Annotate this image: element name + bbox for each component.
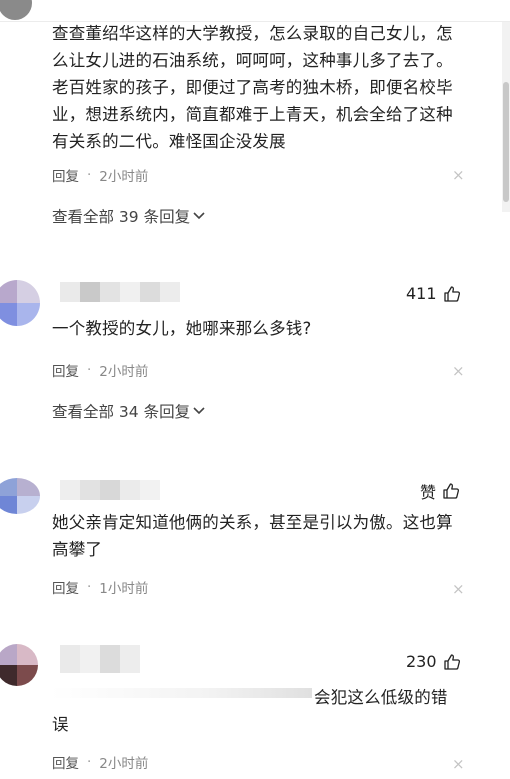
avatar[interactable] <box>0 478 40 514</box>
comment-meta: 回复 · 2小时前 <box>52 165 148 185</box>
timestamp: 1小时前 <box>99 581 149 597</box>
chevron-down-icon <box>193 407 205 415</box>
thumbs-up-icon <box>443 653 460 670</box>
comment-meta: 回复 · 2小时前 <box>52 360 148 380</box>
separator: · <box>87 167 92 183</box>
avatar[interactable] <box>0 0 32 20</box>
comment-text: 一个教授的女儿，她哪来那么多钱? <box>52 319 312 338</box>
like-count: 赞 <box>420 483 437 502</box>
scrollbar[interactable] <box>502 22 510 212</box>
timestamp: 2小时前 <box>99 756 149 772</box>
thumbs-up-icon <box>443 285 460 302</box>
like-count: 411 <box>406 284 437 303</box>
separator: · <box>87 362 92 378</box>
chevron-down-icon <box>193 212 205 220</box>
username-blurred[interactable] <box>60 282 180 302</box>
separator: · <box>87 754 92 770</box>
comment-meta: 回复 · 1小时前 <box>52 577 148 597</box>
close-icon[interactable]: × <box>452 757 465 772</box>
close-icon[interactable]: × <box>452 582 465 597</box>
view-all-label: 查看全部 39 条回复 <box>52 208 191 226</box>
like-button[interactable]: 赞 <box>420 479 460 503</box>
reply-button[interactable]: 回复 <box>52 360 79 380</box>
reply-button[interactable]: 回复 <box>52 577 79 597</box>
like-count: 230 <box>406 652 437 671</box>
comment-text: 查查董绍华这样的大学教授，怎么录取的自己女儿，怎么让女儿进的石油系统，呵呵呵，这… <box>52 24 453 151</box>
comment-meta: 回复 · 2小时前 <box>52 752 148 772</box>
username-blurred[interactable] <box>60 480 160 500</box>
avatar[interactable] <box>0 644 38 686</box>
close-icon[interactable]: × <box>452 364 465 379</box>
comment-text: 她父亲肯定知道他俩的关系，甚至是引以为傲。这也算高攀了 <box>52 513 453 559</box>
view-all-replies-button[interactable]: 查看全部 39 条回复 <box>52 205 205 227</box>
scrollbar-thumb[interactable] <box>503 82 509 202</box>
like-button[interactable]: 230 <box>406 652 461 671</box>
timestamp: 2小时前 <box>99 169 149 185</box>
view-all-label: 查看全部 34 条回复 <box>52 403 191 421</box>
separator: · <box>87 579 92 595</box>
reply-button[interactable]: 回复 <box>52 165 79 185</box>
timestamp: 2小时前 <box>99 364 149 380</box>
reply-button[interactable]: 回复 <box>52 752 79 772</box>
avatar[interactable] <box>0 280 40 326</box>
like-button[interactable]: 411 <box>406 284 461 303</box>
view-all-replies-button[interactable]: 查看全部 34 条回复 <box>52 400 205 422</box>
username-blurred[interactable] <box>60 645 140 673</box>
thumbs-up-icon <box>443 483 460 499</box>
comment-text: 会犯这么低级的错误 <box>52 688 448 734</box>
close-icon[interactable]: × <box>452 168 465 183</box>
